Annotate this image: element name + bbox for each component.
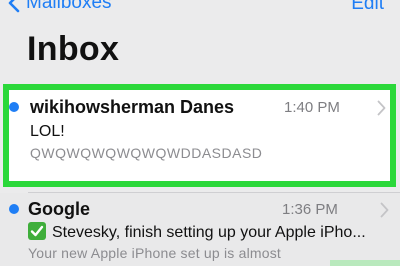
message-sender: Google (28, 199, 90, 219)
mailboxes-label: Mailboxes (26, 0, 112, 13)
message-time: 1:40 PM (284, 99, 340, 116)
navigation-bar: Mailboxes Edit (0, 0, 400, 24)
message-subject-line: Stevesky, finish setting up your Apple i… (28, 222, 366, 242)
message-content: wikihowsherman Danes 1:40 PM LOL! QWQWQW… (9, 90, 390, 181)
unread-dot-icon (9, 204, 19, 214)
message-time: 1:36 PM (282, 201, 338, 218)
message-subject: LOL! (30, 123, 65, 140)
mail-inbox-screen: Mailboxes Edit Inbox wikihowsherman Dane… (0, 0, 400, 266)
edit-button[interactable]: Edit (351, 0, 384, 15)
message-row[interactable]: Google 1:36 PM Stevesky, finish setting … (0, 193, 400, 266)
green-checkmark-icon (28, 222, 46, 240)
chevron-right-icon (377, 100, 386, 116)
highlight-edge (330, 260, 400, 266)
mailboxes-back-button[interactable]: Mailboxes (8, 0, 112, 14)
unread-dot-icon (9, 102, 19, 112)
message-row-highlighted[interactable]: wikihowsherman Danes 1:40 PM LOL! QWQWQW… (3, 84, 396, 187)
message-subject: Stevesky, finish setting up your Apple i… (52, 224, 366, 241)
chevron-right-icon (380, 202, 389, 218)
page-title: Inbox (27, 30, 120, 68)
message-preview: QWQWQWQWQWQWDDASDASD (30, 145, 263, 161)
message-preview: Your new Apple iPhone set up is almost (28, 245, 282, 261)
chevron-left-icon (8, 0, 20, 13)
message-sender: wikihowsherman Danes (30, 97, 235, 117)
